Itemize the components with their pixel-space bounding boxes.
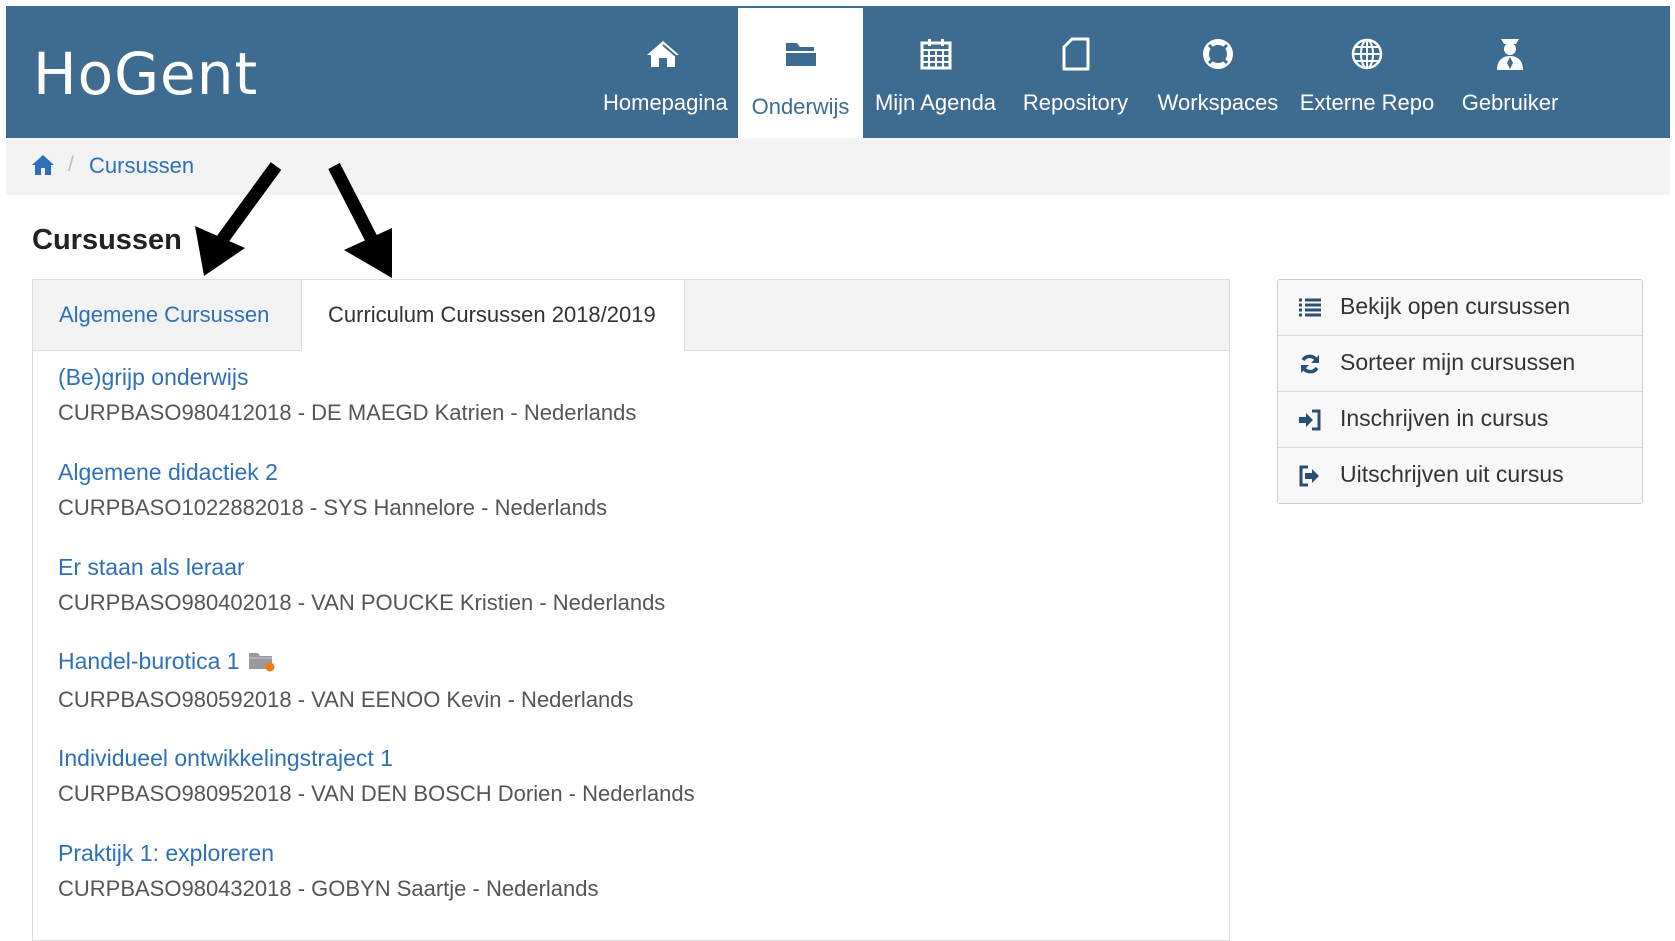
course-info: CURPBASO980412018 - DE MAEGD Katrien - N…	[58, 400, 637, 425]
tab-curriculum-cursussen[interactable]: Curriculum Cursussen 2018/2019	[302, 280, 685, 351]
view-open-courses-button[interactable]: Bekijk open cursussen	[1278, 280, 1642, 336]
action-label: Uitschrijven uit cursus	[1340, 461, 1564, 487]
unenroll-course-button[interactable]: Uitschrijven uit cursus	[1278, 448, 1642, 503]
user-icon	[1454, 34, 1566, 74]
course-link[interactable]: Praktijk 1: exploreren	[58, 840, 1158, 867]
nav-label: Onderwijs	[751, 94, 850, 119]
course-info: CURPBASO1022882018 - SYS Hannelore - Ned…	[58, 495, 608, 520]
page-title: Cursussen	[32, 224, 182, 256]
list-item: Praktijk 1: exploreren CURPBASO980432018…	[58, 840, 1158, 902]
sort-courses-button[interactable]: Sorteer mijn cursussen	[1278, 336, 1642, 392]
list-item: Algemene didactiek 2 CURPBASO1022882018 …	[58, 459, 1158, 521]
course-info: CURPBASO980402018 - VAN POUCKE Kristien …	[58, 590, 666, 615]
enroll-course-button[interactable]: Inschrijven in cursus	[1278, 392, 1642, 448]
nav-label: Externe Repo	[1299, 90, 1435, 115]
course-link-row: Handel-burotica 1	[58, 648, 1158, 678]
nav-label: Homepagina	[603, 90, 728, 115]
list-item: Er staan als leraar CURPBASO980402018 - …	[58, 554, 1158, 616]
action-label: Inschrijven in cursus	[1340, 405, 1549, 431]
tab-algemene-cursussen[interactable]: Algemene Cursussen	[33, 280, 302, 350]
home-icon	[603, 34, 723, 74]
nav-mijn-agenda[interactable]: Mijn Agenda	[873, 8, 998, 138]
list-item: (Be)grijp onderwijs CURPBASO980412018 - …	[58, 364, 1158, 426]
folder-notification-icon[interactable]	[248, 648, 276, 678]
nav-homepagina[interactable]: Homepagina	[603, 8, 728, 138]
lifebuoy-icon	[1153, 34, 1283, 74]
list-icon	[1298, 297, 1322, 319]
action-label: Bekijk open cursussen	[1340, 293, 1571, 319]
tab-bar: Algemene Cursussen Curriculum Cursussen …	[33, 280, 1229, 351]
calendar-icon	[873, 34, 998, 74]
course-info: CURPBASO980952018 - VAN DEN BOSCH Dorien…	[58, 781, 695, 806]
nav-workspaces[interactable]: Workspaces	[1153, 8, 1283, 138]
globe-icon	[1296, 34, 1438, 74]
breadcrumb-separator: /	[68, 153, 74, 176]
course-actions: Bekijk open cursussen Sorteer mijn cursu…	[1277, 279, 1643, 504]
sign-in-icon	[1298, 409, 1322, 431]
brand-logo[interactable]: HoGent	[33, 40, 258, 108]
file-icon	[1013, 34, 1138, 74]
folder-open-icon	[738, 34, 863, 74]
action-label: Sorteer mijn cursussen	[1340, 349, 1576, 375]
course-info: CURPBASO980432018 - GOBYN Saartje - Nede…	[58, 876, 599, 901]
list-item: Individueel ontwikkelingstraject 1 CURPB…	[58, 745, 1158, 807]
nav-onderwijs[interactable]: Onderwijs	[738, 8, 863, 138]
sign-out-icon	[1298, 465, 1322, 487]
course-link[interactable]: Handel-burotica 1	[58, 648, 240, 674]
course-link[interactable]: Algemene didactiek 2	[58, 459, 1158, 486]
course-link[interactable]: Er staan als leraar	[58, 554, 1158, 581]
nav-label: Gebruiker	[1461, 90, 1559, 115]
course-link[interactable]: Individueel ontwikkelingstraject 1	[58, 745, 1158, 772]
course-info: CURPBASO980592018 - VAN EENOO Kevin - Ne…	[58, 687, 634, 712]
nav-gebruiker[interactable]: Gebruiker	[1454, 8, 1566, 138]
nav-label: Repository	[1022, 90, 1129, 115]
breadcrumb: / Cursussen	[6, 138, 1670, 195]
nav-repository[interactable]: Repository	[1013, 8, 1138, 138]
nav-label: Workspaces	[1157, 90, 1279, 115]
nav-label: Mijn Agenda	[874, 90, 997, 115]
course-link[interactable]: (Be)grijp onderwijs	[58, 364, 1158, 391]
breadcrumb-current[interactable]: Cursussen	[89, 153, 194, 179]
list-item: Handel-burotica 1 CURPBASO980592018 - VA…	[58, 648, 1158, 713]
refresh-icon	[1298, 353, 1322, 375]
top-navbar: HoGent Homepagina Onderwijs Mijn Agenda …	[6, 6, 1670, 138]
nav-externe-repo[interactable]: Externe Repo	[1296, 8, 1438, 138]
home-icon[interactable]	[31, 154, 55, 181]
courses-panel: Algemene Cursussen Curriculum Cursussen …	[32, 279, 1230, 941]
